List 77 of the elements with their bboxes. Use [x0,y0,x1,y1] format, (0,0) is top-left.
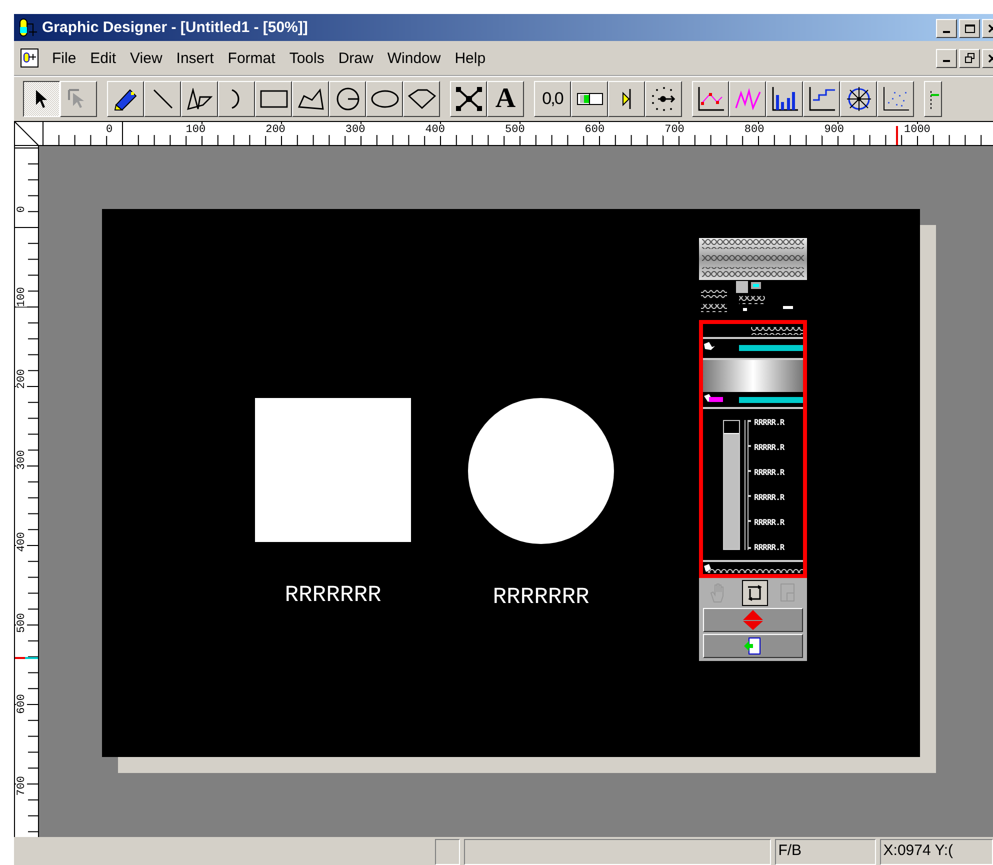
scatter-chart-icon [882,86,910,112]
menu-item[interactable]: File [52,50,76,66]
scale-label: RRRRR.R [754,492,784,504]
marker-icon [622,88,632,110]
radar-chart-icon [844,85,872,113]
menu-item[interactable]: Window [387,50,441,66]
tool-button[interactable]: 0,0 [534,81,571,117]
bar-chart-icon [770,86,798,112]
menu-item[interactable]: Edit [90,50,116,66]
line-icon [152,88,174,110]
menu-item[interactable]: Draw [338,50,374,66]
menu-item[interactable]: Format [228,50,276,66]
scale-label: RRRRR.R [754,442,784,454]
ruler-label: 200 [264,124,286,136]
ruler-label: 400 [423,124,445,136]
dotted-circle-icon [650,86,676,112]
ruler-label: 1000 [902,124,930,136]
trend-line-icon [734,88,760,110]
scale-label: RRRRR.R [754,542,784,554]
window-title: Graphic Designer - [Untitled1 - [50%]] [42,19,308,36]
status-pane: F/B [775,839,876,865]
ruler-label: 700 [662,124,684,136]
document-icon[interactable] [20,48,40,68]
exit-icon [743,637,763,655]
ruler-label: 600 [16,694,27,714]
ruler-label: 500 [16,613,27,633]
status-pane [435,839,460,865]
line-chart-icon [696,86,724,112]
ruler-label: 200 [16,368,27,389]
ruler-label: 900 [822,124,844,136]
ruler-label: 600 [582,124,605,136]
ruler-label: 0 [16,206,27,213]
status-pane: X:0974 Y:( [880,839,993,865]
polyline-icon [186,88,212,110]
step-chart-icon [808,86,836,112]
minimize-icon [942,30,950,32]
ellipse-icon [370,90,398,108]
minimize-button[interactable] [936,48,957,68]
ruler-label: 700 [16,776,27,796]
ruler-label: 100 [16,287,27,308]
restore-icon [964,53,974,63]
menu-item[interactable]: View [130,50,162,66]
pointer-icon [34,89,48,109]
maximize-button[interactable] [959,19,980,38]
menu-item[interactable]: Help [454,50,486,66]
shape-label: RRRRRRR [492,586,590,609]
scale-label: RRRRR.R [754,517,784,529]
up-down-icon [742,609,764,631]
ruler-label: 800 [742,124,764,136]
scale-label: RRRRR.R [754,417,784,429]
diamond-icon [408,89,436,109]
pencil-icon [112,87,138,111]
up-down-button[interactable] [703,608,803,632]
ruler-label: 400 [16,532,27,552]
restore-button[interactable] [959,48,980,68]
ruler-label: 500 [503,124,525,136]
ruler-label: 100 [184,124,206,136]
ruler-label: 300 [16,450,27,470]
app-icon [18,18,40,38]
points-icon [454,86,482,112]
menu-item[interactable]: Insert [176,50,214,66]
bar-indicator-icon [576,93,602,105]
menu-item[interactable]: Tools [289,50,324,66]
scale-label: RRRRR.R [754,467,784,479]
swap-button[interactable] [742,580,768,606]
circle-segment-icon [336,87,360,111]
shape-label: RRRRRRR [284,584,382,607]
minimize-icon [942,60,950,62]
ruler-label: 300 [343,124,366,136]
tool-button[interactable]: A [487,81,524,117]
ruler-label: 0 [104,124,113,136]
tool-button[interactable] [23,81,60,117]
exit-button[interactable] [703,634,803,658]
polygon-icon [298,88,324,110]
minimize-button[interactable] [936,19,957,38]
rectangle-icon [260,90,288,108]
maximize-icon [964,24,974,33]
